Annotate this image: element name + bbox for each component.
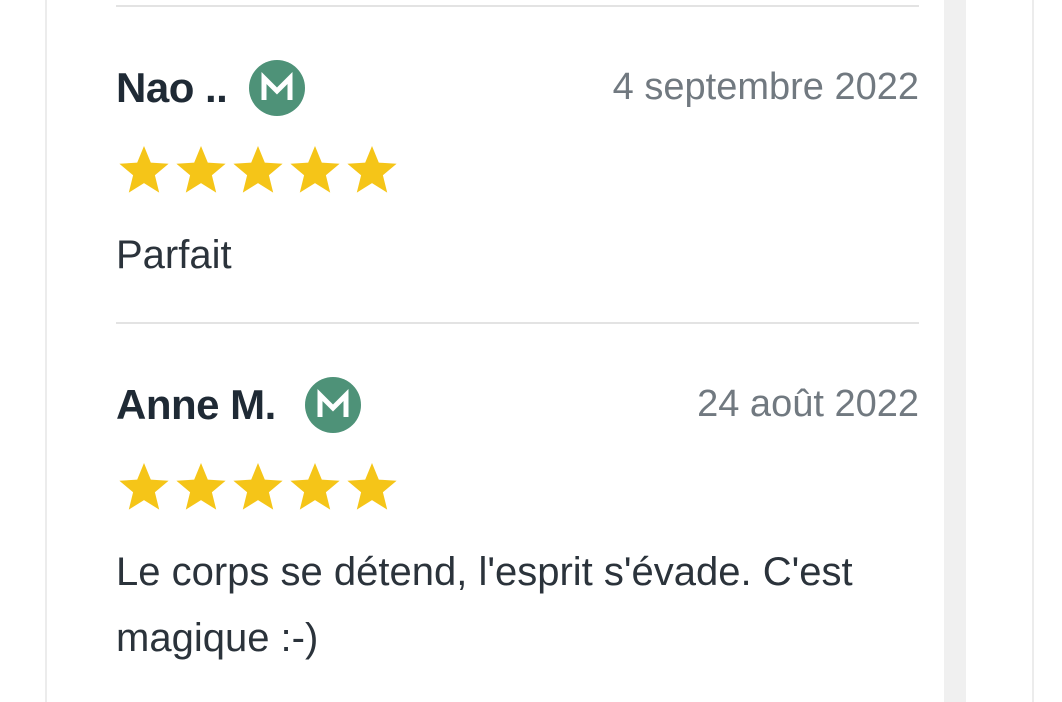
star-icon xyxy=(287,461,343,513)
review-text: Le corps se détend, l'esprit s'évade. C'… xyxy=(116,550,853,660)
star-icon xyxy=(116,144,172,196)
review-text: Parfait xyxy=(116,233,232,277)
reviews-page: Nao .. 4 septembre 2022 Parfait Anne M. xyxy=(0,0,1062,702)
review-date: 4 septembre 2022 xyxy=(612,66,919,108)
star-rating xyxy=(116,461,400,513)
star-icon xyxy=(344,144,400,196)
review-item: Anne M. 24 août 2022 Le corps se détend,… xyxy=(116,375,919,702)
star-icon xyxy=(173,144,229,196)
review-divider xyxy=(116,322,919,324)
star-rating xyxy=(116,144,400,196)
reviewer-name: Anne M. xyxy=(116,381,276,428)
right-border xyxy=(1032,0,1034,702)
card-left-border xyxy=(45,0,47,702)
star-icon xyxy=(173,461,229,513)
right-gutter xyxy=(944,0,966,702)
star-icon xyxy=(116,461,172,513)
review-item: Nao .. 4 septembre 2022 Parfait xyxy=(116,58,919,288)
reviewer-name: Nao .. xyxy=(116,64,228,111)
star-icon xyxy=(230,461,286,513)
verified-m-badge-icon xyxy=(249,60,305,116)
star-icon xyxy=(287,144,343,196)
review-header: Nao .. 4 septembre 2022 xyxy=(116,58,919,118)
verified-m-badge-icon xyxy=(305,377,361,433)
review-header: Anne M. 24 août 2022 xyxy=(116,375,919,435)
review-date: 24 août 2022 xyxy=(697,383,919,425)
review-divider xyxy=(116,5,919,7)
star-icon xyxy=(230,144,286,196)
star-icon xyxy=(344,461,400,513)
